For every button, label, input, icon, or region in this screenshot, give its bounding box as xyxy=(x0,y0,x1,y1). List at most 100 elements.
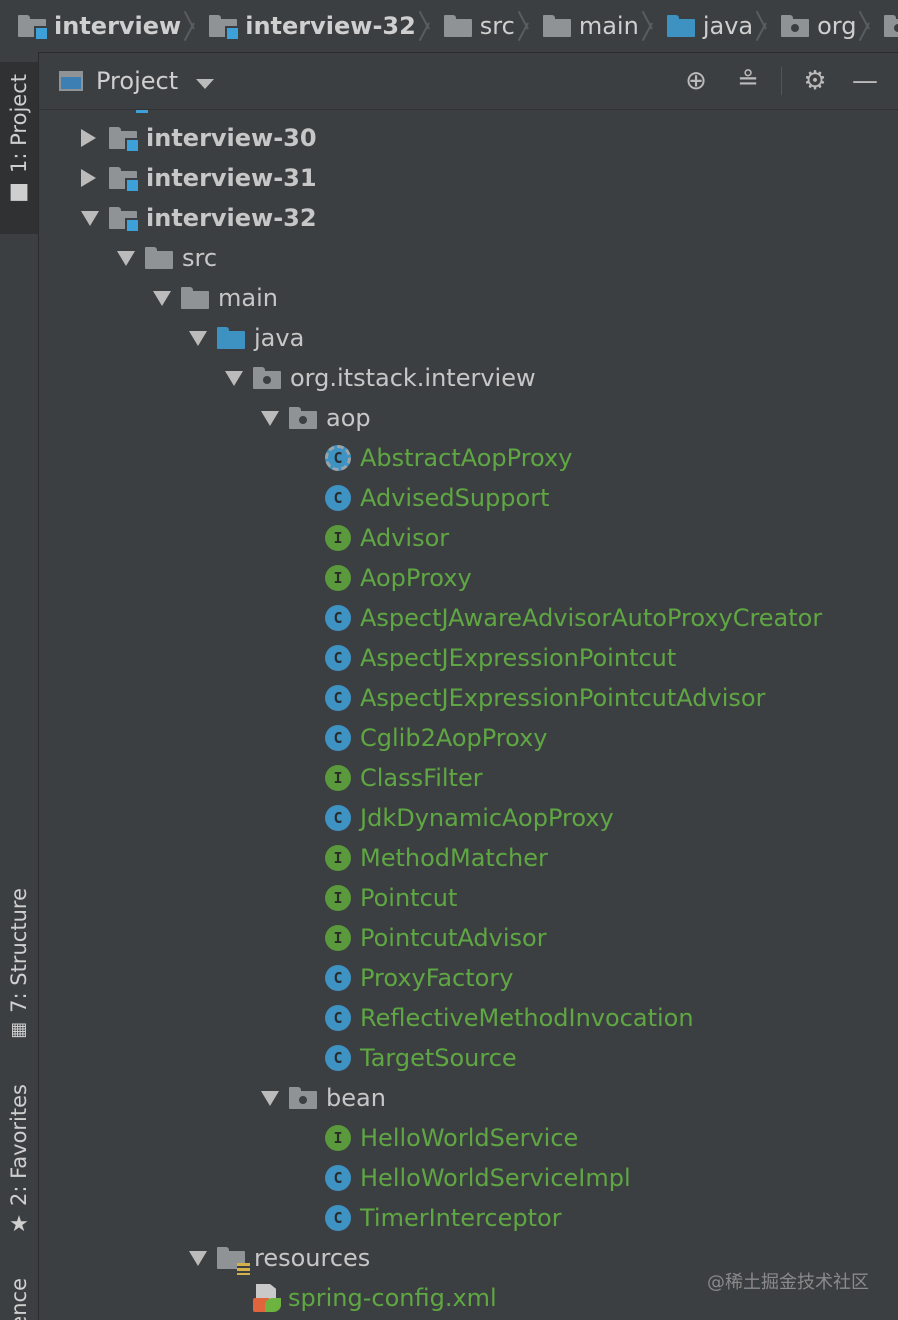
breadcrumb-label: interview xyxy=(54,12,182,40)
collapse-arrow-icon[interactable] xyxy=(261,411,289,426)
class-icon: C xyxy=(325,725,351,751)
tree-item-label: interview-31 xyxy=(146,164,317,192)
tree-file-item[interactable]: I PointcutAdvisor xyxy=(297,918,547,958)
tree-item-label: main xyxy=(218,284,278,312)
tree-file-item[interactable]: C AspectJExpressionPointcutAdvisor xyxy=(297,678,765,718)
resources-folder-icon xyxy=(217,1247,250,1275)
chevron-down-icon[interactable] xyxy=(196,79,214,89)
tab-project[interactable]: 1: Project ■ xyxy=(0,62,38,234)
tree-file-item[interactable]: I Pointcut xyxy=(297,878,457,918)
tree-file-item[interactable]: C AbstractAopProxy xyxy=(297,438,572,478)
tree-file-item[interactable]: C AspectJExpressionPointcut xyxy=(297,638,676,678)
tab-structure[interactable]: 7: Structure ▦ xyxy=(0,888,38,1048)
collapse-arrow-icon[interactable] xyxy=(189,1251,217,1266)
tree-file-item[interactable]: C JdkDynamicAopProxy xyxy=(297,798,614,838)
tab-favorites-label: 2: Favorites xyxy=(7,1084,31,1206)
tree-item-label: HelloWorldServiceImpl xyxy=(360,1164,631,1192)
breadcrumb-item[interactable]: java xyxy=(649,0,753,52)
collapse-arrow-icon[interactable] xyxy=(189,331,217,346)
tab-favorites[interactable]: 2: Favorites ★ xyxy=(0,1084,38,1240)
breadcrumb-item[interactable]: interview xyxy=(0,0,181,52)
collapse-arrow-icon[interactable] xyxy=(81,211,109,226)
tree-item-label: Pointcut xyxy=(360,884,458,912)
folder-icon xyxy=(18,15,49,41)
tree-folder-item[interactable]: org.itstack.interview xyxy=(225,358,536,398)
tree-file-item[interactable]: I Advisor xyxy=(297,518,449,558)
tree-folder-item[interactable]: bean xyxy=(261,1078,386,1118)
tree-item-label: src xyxy=(182,244,218,272)
watermark: @稀土掘金技术社区 xyxy=(707,1272,869,1293)
tree-file-item[interactable]: C HelloWorldServiceImpl xyxy=(297,1158,631,1198)
expand-arrow-icon[interactable] xyxy=(81,169,109,187)
collapse-arrow-icon[interactable] xyxy=(225,371,253,386)
tree-file-item[interactable]: I HelloWorldService xyxy=(297,1118,578,1158)
tree-folder-item[interactable]: interview-30 xyxy=(81,118,317,158)
collapse-arrow-icon[interactable] xyxy=(153,291,181,306)
interface-icon: I xyxy=(325,1125,351,1151)
breadcrumb-item[interactable]: its xyxy=(866,0,898,52)
tab-bottom-label: ence xyxy=(7,1278,31,1320)
abstract-class-icon: C xyxy=(325,445,351,471)
breadcrumb-label: org xyxy=(817,12,857,40)
tree-folder-item[interactable]: java xyxy=(189,318,304,358)
crosshair-icon[interactable]: ⊕ xyxy=(680,65,712,97)
breadcrumb-item[interactable]: main xyxy=(525,0,639,52)
project-panel-header: Project ⊕ ≗ ⚙ — xyxy=(39,53,898,110)
folder-icon xyxy=(209,15,241,41)
tree-item-label: aop xyxy=(326,404,371,432)
class-icon: C xyxy=(325,605,351,631)
tree-item-label: AopProxy xyxy=(360,564,472,592)
package-icon xyxy=(253,367,281,389)
tree-file-item[interactable]: I AopProxy xyxy=(297,558,472,598)
class-icon: C xyxy=(325,485,351,511)
tree-file-item[interactable]: C TimerInterceptor xyxy=(297,1198,562,1238)
tree-file-item[interactable]: C TargetSource xyxy=(297,1038,517,1078)
expand-arrow-icon[interactable] xyxy=(81,129,109,147)
minus-icon[interactable]: — xyxy=(849,65,881,97)
toolbar-divider xyxy=(781,67,782,95)
tree-file-item[interactable]: C AdvisedSupport xyxy=(297,478,549,518)
tree-item-label: java xyxy=(254,324,305,352)
tree-folder-item[interactable]: interview-32 xyxy=(81,198,317,238)
breadcrumb-label: interview-32 xyxy=(245,12,416,40)
interface-icon: I xyxy=(325,885,351,911)
tree-file-item[interactable]: spring-config.xml xyxy=(225,1278,497,1318)
class-icon: C xyxy=(325,1205,351,1231)
collapse-all-icon[interactable]: ≗ xyxy=(732,65,764,97)
tree-folder-item[interactable]: aop xyxy=(261,398,371,438)
tree-file-item[interactable]: C ProxyFactory xyxy=(297,958,513,998)
breadcrumb-item[interactable]: org xyxy=(763,0,856,52)
source-folder-icon xyxy=(217,327,245,349)
class-icon: C xyxy=(325,685,351,711)
project-view-icon xyxy=(59,71,83,91)
collapse-arrow-icon[interactable] xyxy=(117,251,145,266)
tree-item-label: interview-32 xyxy=(146,204,317,232)
breadcrumb-item[interactable]: interview-32 xyxy=(191,0,416,52)
tree-item-label: HelloWorldService xyxy=(360,1124,579,1152)
tree-folder-item[interactable]: src xyxy=(117,238,217,278)
gear-icon[interactable]: ⚙ xyxy=(799,65,831,97)
interface-icon: I xyxy=(325,525,351,551)
breadcrumb-item[interactable]: src xyxy=(426,0,515,52)
tab-bottom[interactable]: ence xyxy=(0,1278,38,1320)
tree-item-label: AbstractAopProxy xyxy=(360,444,573,472)
tree-item-label: TargetSource xyxy=(360,1044,517,1072)
tree-folder-item[interactable]: resources xyxy=(189,1238,370,1278)
tree-item-label: resources xyxy=(254,1244,371,1272)
interface-icon: I xyxy=(325,845,351,871)
structure-icon: ▦ xyxy=(10,1018,28,1040)
collapse-arrow-icon[interactable] xyxy=(261,1091,289,1106)
panel-title[interactable]: Project xyxy=(96,67,178,95)
tree-folder-item[interactable]: main xyxy=(153,278,278,318)
tree-file-item[interactable]: I MethodMatcher xyxy=(297,838,548,878)
star-icon: ★ xyxy=(9,1211,29,1237)
tree-item-label: org.itstack.interview xyxy=(290,364,536,392)
tree-file-item[interactable]: C ReflectiveMethodInvocation xyxy=(297,998,694,1038)
tree-file-item[interactable]: C Cglib2AopProxy xyxy=(297,718,548,758)
tree-file-item[interactable]: C AspectJAwareAdvisorAutoProxyCreator xyxy=(297,598,822,638)
folder-icon xyxy=(181,287,209,309)
tree-folder-item[interactable]: interview-31 xyxy=(81,158,317,198)
package-icon xyxy=(289,1087,317,1109)
tree-file-item[interactable]: I ClassFilter xyxy=(297,758,483,798)
class-icon: C xyxy=(325,1005,351,1031)
